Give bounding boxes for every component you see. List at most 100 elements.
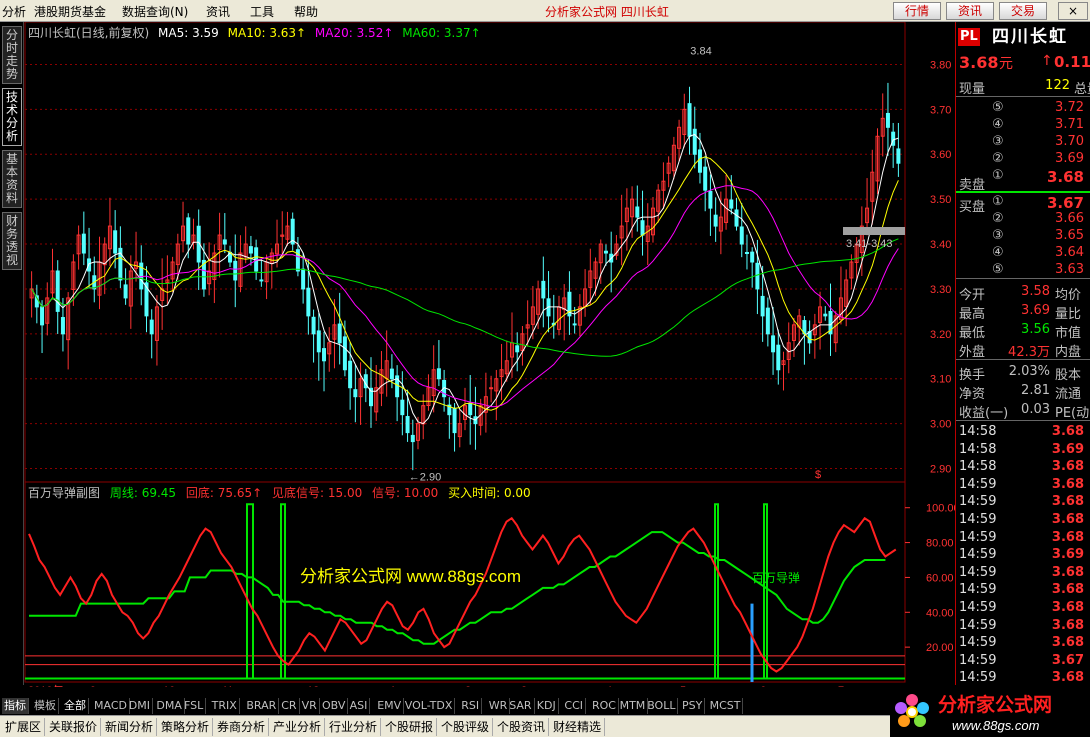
candle-up xyxy=(489,387,494,390)
stat-label: 外盘 xyxy=(959,345,986,360)
quote-button[interactable]: 行情 xyxy=(893,2,941,20)
indicator-tab[interactable]: VOL-TDX xyxy=(403,698,456,714)
indicator-tab[interactable]: DMA xyxy=(154,698,185,714)
menu-news[interactable]: 资讯 xyxy=(206,3,230,20)
month-label: 2010年 xyxy=(28,683,63,687)
zhouxian-label: 周线: 69.45 xyxy=(109,486,177,500)
stat-label: 最低 xyxy=(959,326,986,341)
huidi-label: 回底: 75.65↑ xyxy=(185,486,263,500)
stat-row: 今开 3.58 均价 xyxy=(956,284,1090,303)
change-arrow-icon: ↑ xyxy=(1041,53,1053,69)
candle-down xyxy=(389,368,394,380)
tick-time: 14:58 xyxy=(959,441,997,457)
indicator-tab[interactable]: EMV xyxy=(375,698,405,714)
indicator-tab[interactable]: ASI xyxy=(348,698,371,714)
ask-row: ④ 3.71 xyxy=(956,117,1090,134)
stat-label: 最高 xyxy=(959,307,986,322)
trade-button[interactable]: 交易 xyxy=(999,2,1047,20)
month-label: 9 xyxy=(90,685,96,687)
watermark-text: 分析家公式网 www.88gs.com xyxy=(300,567,521,586)
bottom-nav-button[interactable]: 个股研报 xyxy=(382,718,438,736)
menu-analysis[interactable]: 分析 xyxy=(2,3,26,20)
indicator-tab[interactable]: CR xyxy=(279,698,300,714)
indicator-tab-bar: 指标 模板 全部 MACD DMI DMA FSL TRIX BRAR CR VR OBV ASI EMV… xyxy=(0,697,890,715)
indicator-tab[interactable]: SAR xyxy=(507,698,535,714)
bottom-nav-button[interactable]: 关联报价 xyxy=(46,718,102,736)
indicator-tab[interactable]: TRIX xyxy=(210,698,240,714)
bottom-nav-button[interactable]: 个股资讯 xyxy=(494,718,550,736)
menu-hk-futures[interactable]: 港股期货基金 xyxy=(34,3,106,20)
tick-row: 14:59 3.68 xyxy=(956,600,1090,617)
indicator-tab[interactable]: BOLL xyxy=(645,698,679,714)
indicator-tab[interactable]: CCI xyxy=(562,698,586,714)
ask-level: ④ xyxy=(992,117,1004,132)
close-button[interactable]: × xyxy=(1058,2,1088,20)
stat2-row: 收益(一)0.03PE(动) xyxy=(956,402,1090,421)
tick-row: 14:59 3.68 xyxy=(956,530,1090,547)
tick-time: 14:58 xyxy=(959,459,997,475)
huidi-line xyxy=(28,516,897,673)
signal-spike xyxy=(246,503,254,679)
ma20-line xyxy=(31,185,899,408)
flower-icon xyxy=(895,694,929,727)
indicator-tab[interactable]: MTM xyxy=(618,698,649,714)
news-button[interactable]: 资讯 xyxy=(946,2,994,20)
stock-name: 四川长虹 xyxy=(992,27,1068,47)
indicator-tab[interactable]: FSL xyxy=(182,698,207,714)
stat2-label: 净资 xyxy=(959,387,986,402)
bottom-nav-button[interactable]: 策略分析 xyxy=(158,718,214,736)
indicator-tab[interactable]: 全部 xyxy=(62,698,89,714)
tick-time: 14:59 xyxy=(959,652,997,668)
candle-down xyxy=(149,319,154,335)
indicator-tab[interactable]: MACD xyxy=(92,698,130,714)
indicator-tab[interactable]: RSI xyxy=(459,698,483,714)
bid-price: 3.63 xyxy=(1055,262,1084,277)
indicator-tab[interactable]: 指标 xyxy=(2,698,29,714)
indicator-tab[interactable]: VR xyxy=(300,698,320,714)
indicator-tab[interactable]: OBV xyxy=(320,698,349,714)
candle-down xyxy=(515,345,520,353)
bottom-nav-button[interactable]: 新闻分析 xyxy=(102,718,158,736)
tick-time: 14:59 xyxy=(959,670,997,685)
candle-down xyxy=(640,220,645,236)
indicator-tab[interactable]: 模板 xyxy=(32,698,59,714)
bottom-nav-button[interactable]: 财经精选 xyxy=(550,718,606,736)
divider xyxy=(956,359,1090,360)
bottom-nav-button[interactable]: 产业分析 xyxy=(270,718,326,736)
bottom-nav-button[interactable]: 行业分析 xyxy=(326,718,382,736)
indicator-tab[interactable]: ROC xyxy=(590,698,619,714)
price-axis-tick: 3.50 xyxy=(930,194,951,206)
tick-row: 14:59 3.68 xyxy=(956,670,1090,685)
menu-help[interactable]: 帮助 xyxy=(294,3,318,20)
stat2-value: 0.03 xyxy=(1021,402,1050,417)
candle-down xyxy=(322,348,327,362)
price-axis-tick: 3.30 xyxy=(930,284,951,296)
indicator-tab[interactable]: KDJ xyxy=(535,698,559,714)
bid-label-row: 买盘 xyxy=(956,196,1090,215)
bottom-nav-button[interactable]: 扩展区 xyxy=(2,718,46,736)
price-axis-tick: 3.60 xyxy=(930,149,951,161)
candle-down xyxy=(776,344,781,371)
menu-data-query[interactable]: 数据查询(N) xyxy=(122,3,188,20)
candle-down xyxy=(713,214,718,227)
bottom-nav-button[interactable]: 个股评级 xyxy=(438,718,494,736)
indicator-tab[interactable]: BRAR xyxy=(244,698,280,714)
indicator-title[interactable]: 百万导弹副图 xyxy=(28,486,100,500)
tick-row: 14:59 3.68 xyxy=(956,477,1090,494)
indicator-tab[interactable]: PSY xyxy=(680,698,706,714)
stat2-value: 2.81 xyxy=(1021,383,1050,398)
bottom-nav-button[interactable]: 券商分析 xyxy=(214,718,270,736)
tick-time: 14:59 xyxy=(959,529,997,545)
candle-down xyxy=(703,166,708,191)
ask-row: ③ 3.70 xyxy=(956,134,1090,151)
stat-label: 今开 xyxy=(959,288,986,303)
tick-price: 3.68 xyxy=(1051,476,1084,492)
indicator-tab[interactable]: DMI xyxy=(127,698,154,714)
kline-chart[interactable]: 3.80 3.70 3.60 3.50 3.40 3.30 3.20 3.10 3.00 2.90… xyxy=(0,22,955,687)
bid-price: 3.66 xyxy=(1055,211,1084,226)
menu-tools[interactable]: 工具 xyxy=(250,3,274,20)
candle-down xyxy=(233,260,238,281)
indicator-tab[interactable]: MCST xyxy=(708,698,744,714)
bid-price: 3.64 xyxy=(1055,245,1084,260)
dollar-marker: $ xyxy=(815,469,821,481)
